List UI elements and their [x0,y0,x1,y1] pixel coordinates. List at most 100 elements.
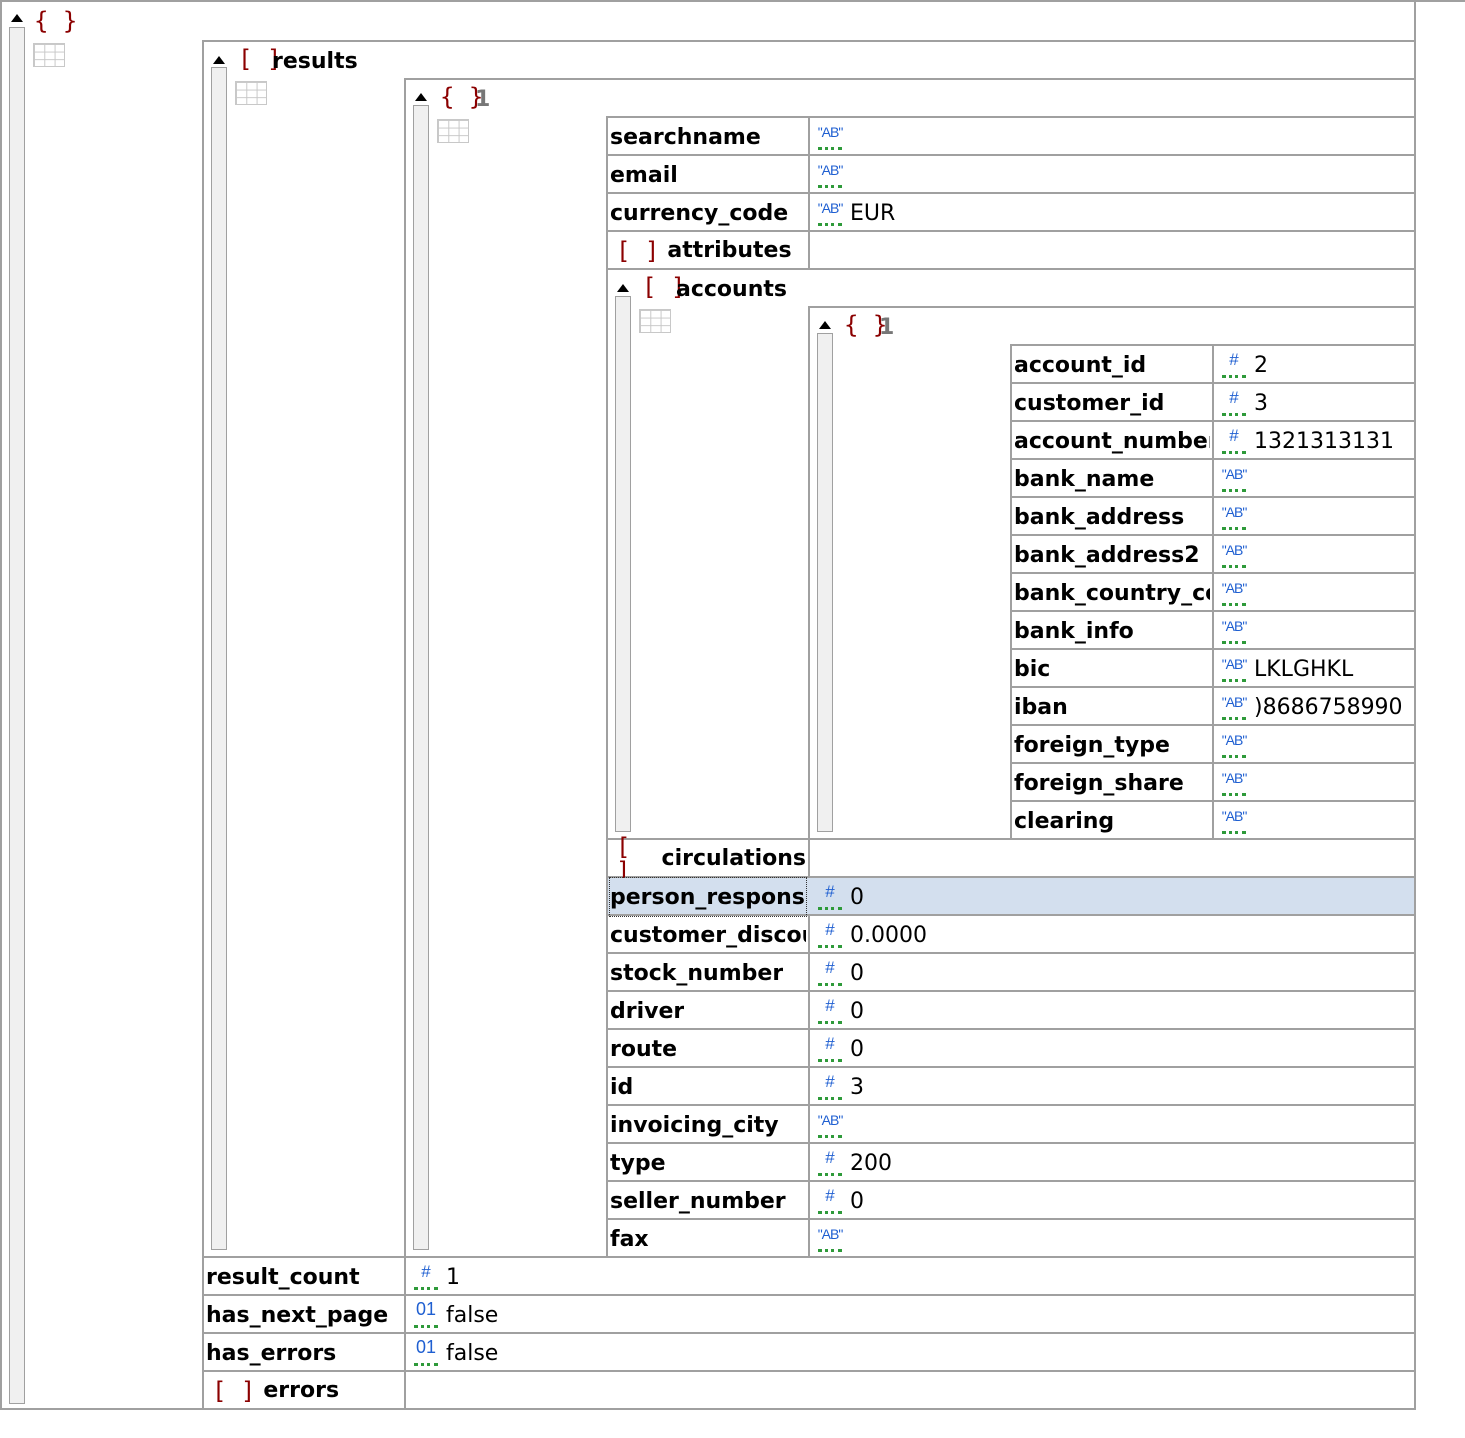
account-field-key[interactable]: bank_address [1014,498,1210,536]
string-type-icon: "AB" [814,1223,846,1255]
field-key[interactable]: route [610,1030,806,1068]
string-type-icon: "AB" [1218,691,1250,723]
string-type-icon: "AB" [814,1109,846,1141]
field-value[interactable]: #0 [814,954,1414,992]
string-type-icon: "AB" [1218,501,1250,533]
circulations-node[interactable]: [ ] circulations [616,835,806,883]
field-value[interactable]: #0 [814,878,1414,916]
account-field-key[interactable]: bank_name [1014,460,1210,498]
results-collapse-bar[interactable] [211,67,227,1250]
number-type-icon: # [814,1147,846,1179]
collapse-item-icon[interactable] [415,93,427,101]
root-object-icon: { } [34,7,78,35]
string-type-icon: "AB" [814,197,846,229]
account-field-value[interactable]: "AB" [1218,726,1414,764]
root-field-value[interactable]: 01 false [410,1296,1414,1334]
root-field-key[interactable]: has_errors [206,1334,402,1372]
number-type-icon: # [814,1185,846,1217]
field-key[interactable]: fax [610,1220,806,1258]
account-item-collapse-bar[interactable] [817,333,833,832]
field-value[interactable]: "AB" [814,156,1414,194]
field-key[interactable]: driver [610,992,806,1030]
field-value[interactable]: "AB" EUR [814,194,1414,232]
account-field-key[interactable]: clearing [1014,802,1210,840]
account-field-value[interactable]: "AB" [1218,574,1414,612]
root-field-value[interactable]: 01 false [410,1334,1414,1372]
field-value[interactable]: "AB" [814,1106,1414,1144]
account-field-key[interactable]: customer_id [1014,384,1210,422]
field-key[interactable]: email [610,156,806,194]
account-field-value[interactable]: #3 [1218,384,1414,422]
field-key[interactable]: searchname [610,118,806,156]
root-collapse-bar[interactable] [9,27,25,1404]
account-table-col-divider [1212,344,1214,840]
attributes-node[interactable]: [ ] attributes [616,232,806,270]
accounts-collapse-bar[interactable] [615,296,631,832]
accounts-inner-border [808,306,810,840]
string-type-icon: "AB" [1218,729,1250,761]
account-field-key[interactable]: foreign_type [1014,726,1210,764]
account-field-value[interactable]: "AB" LKLGHKL [1218,650,1414,688]
number-type-icon: # [814,919,846,951]
field-key[interactable]: type [610,1144,806,1182]
root-field-key[interactable]: has_next_page [206,1296,402,1334]
collapse-accounts-icon[interactable] [617,284,629,292]
field-key[interactable]: currency_code [610,194,806,232]
field-value[interactable]: #0 [814,1030,1414,1068]
results-inner-border [404,78,406,1410]
number-type-icon: # [814,1033,846,1065]
account-field-key[interactable]: bank_country_co [1014,574,1210,612]
item-grid-view-icon[interactable] [437,119,469,143]
account-field-value[interactable]: "AB")8686758990 [1218,688,1414,726]
account-field-key[interactable]: bic [1014,650,1210,688]
collapse-results-icon[interactable] [213,56,225,64]
results-label: results [272,49,358,74]
array-icon: [ ] [616,237,660,265]
number-type-icon: # [814,995,846,1027]
account-field-value[interactable]: #1321313131 [1218,422,1414,460]
account-field-value[interactable]: "AB" [1218,536,1414,574]
field-key[interactable]: customer_discou [610,916,806,954]
string-type-icon: "AB" [1218,539,1250,571]
item1-top-border [404,78,1415,80]
accounts-grid-view-icon[interactable] [639,309,671,333]
errors-label: errors [263,1378,340,1403]
field-value[interactable]: #0 [814,992,1414,1030]
root-field-key[interactable]: result_count [206,1258,402,1296]
account-field-value[interactable]: "AB" [1218,802,1414,840]
account-field-value[interactable]: #2 [1218,346,1414,384]
string-type-icon: "AB" [1218,463,1250,495]
account-field-key[interactable]: iban [1014,688,1210,726]
account-field-key[interactable]: bank_info [1014,612,1210,650]
field-value[interactable]: #3 [814,1068,1414,1106]
account-field-value[interactable]: "AB" [1218,612,1414,650]
item-collapse-bar[interactable] [413,105,429,1250]
collapse-root-icon[interactable] [11,14,23,22]
array-icon: [ ] [616,833,631,885]
results-grid-view-icon[interactable] [235,81,267,105]
root-field-value[interactable]: #1 [410,1258,1414,1296]
item-index: 1 [475,87,491,112]
root-grid-view-icon[interactable] [33,43,65,67]
account-field-key[interactable]: account_id [1014,346,1210,384]
field-key-selected[interactable]: person_responsil [609,877,807,917]
field-key[interactable]: id [610,1068,806,1106]
field-value[interactable]: #0 [814,1182,1414,1220]
account-field-value[interactable]: "AB" [1218,498,1414,536]
errors-node[interactable]: [ ] errors [212,1372,402,1410]
frame-border-left [0,0,2,1410]
account-field-key[interactable]: bank_address2 [1014,536,1210,574]
number-type-icon: # [1218,387,1250,419]
account-field-value[interactable]: "AB" [1218,764,1414,802]
account-field-key[interactable]: foreign_share [1014,764,1210,802]
field-key[interactable]: invoicing_city [610,1106,806,1144]
field-key[interactable]: stock_number [610,954,806,992]
account-field-value[interactable]: "AB" [1218,460,1414,498]
field-value[interactable]: "AB" [814,1220,1414,1258]
field-value[interactable]: #200 [814,1144,1414,1182]
field-key[interactable]: seller_number [610,1182,806,1220]
collapse-account-item-icon[interactable] [819,321,831,329]
field-value[interactable]: #0.0000 [814,916,1414,954]
account-field-key[interactable]: account_number [1014,422,1210,460]
field-value[interactable]: "AB" [814,118,1414,156]
